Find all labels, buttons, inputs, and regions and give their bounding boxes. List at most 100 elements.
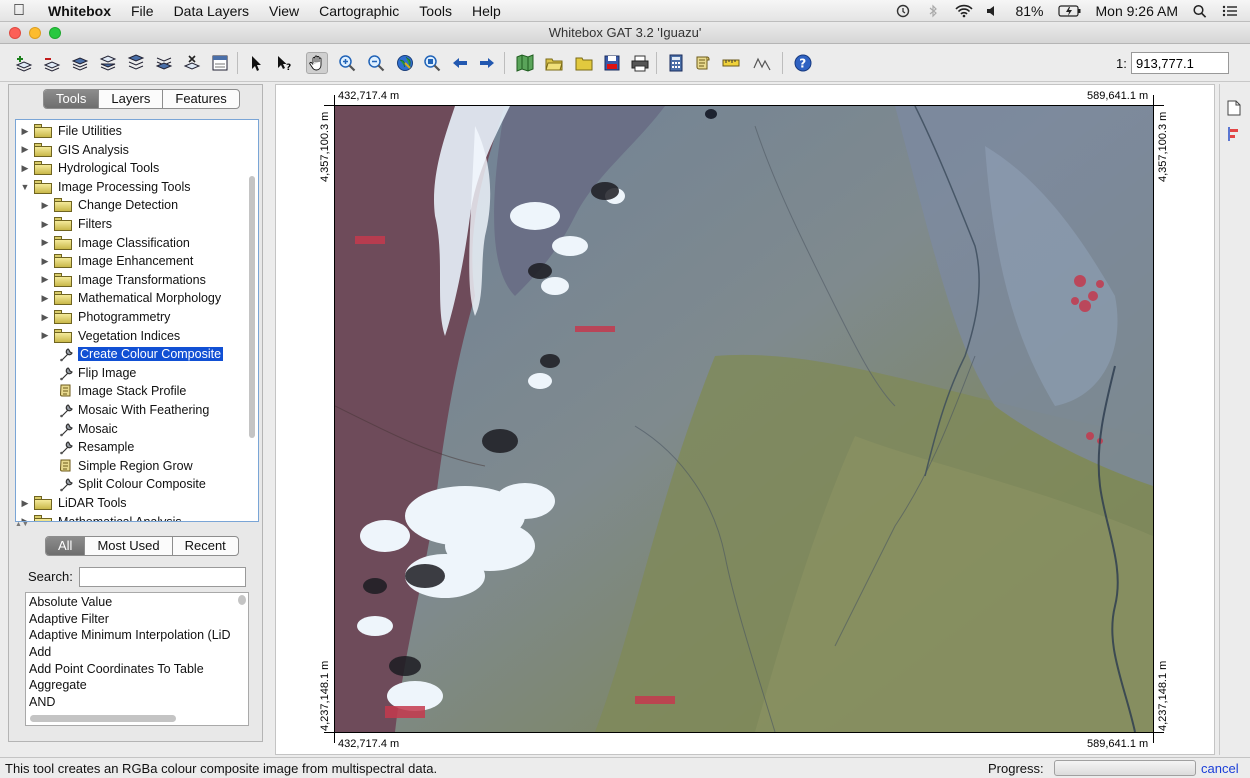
tree-folder[interactable]: ▶ Image Transformations [40, 271, 206, 289]
tree-folder[interactable]: ▶ Change Detection [40, 196, 178, 214]
collapsed-arrow-icon[interactable]: ▶ [40, 330, 50, 341]
menu-help[interactable]: Help [462, 3, 511, 19]
tree-folder[interactable]: ▶ Mathematical Analysis [20, 513, 182, 521]
apple-icon[interactable]:  [0, 2, 38, 20]
clear-layers-icon[interactable] [181, 52, 203, 74]
menu-app-name[interactable]: Whitebox [38, 3, 121, 19]
tab-features[interactable]: Features [163, 90, 238, 108]
minimize-window-button[interactable] [29, 27, 41, 39]
tree-folder[interactable]: ▶ Mathematical Morphology [40, 289, 221, 307]
list-item[interactable]: AND [29, 695, 55, 709]
time-machine-icon[interactable] [895, 4, 911, 18]
tree-folder[interactable]: ▶ Image Enhancement [40, 252, 193, 270]
tab-all[interactable]: All [46, 537, 86, 555]
map-canvas[interactable]: 432,717.4 m 589,641.1 m 432,717.4 m 589,… [275, 84, 1215, 755]
expanded-arrow-icon[interactable]: ▼ [20, 182, 30, 192]
volume-icon[interactable] [985, 4, 1001, 18]
collapsed-arrow-icon[interactable]: ▶ [40, 293, 50, 304]
measure-ruler-icon[interactable] [720, 52, 742, 74]
lower-layer-icon[interactable] [97, 52, 119, 74]
cancel-link[interactable]: cancel [1201, 761, 1239, 776]
battery-icon[interactable] [1057, 4, 1082, 18]
splitter-arrows[interactable]: ▲▼ [15, 521, 259, 528]
list-item[interactable]: Aggregate [29, 678, 87, 692]
list-horizontal-scrollbar[interactable] [30, 715, 176, 722]
tree-folder[interactable]: ▶ GIS Analysis [20, 141, 129, 159]
tree-folder[interactable]: ▶ Vegetation Indices [40, 327, 180, 345]
raise-layer-icon[interactable] [69, 52, 91, 74]
tree-folder[interactable]: ▶ Filters [40, 215, 112, 233]
collapsed-arrow-icon[interactable]: ▶ [40, 274, 50, 285]
new-map-icon[interactable] [514, 52, 536, 74]
tree-scrollbar[interactable] [249, 176, 255, 438]
profile-line-icon[interactable] [751, 52, 773, 74]
tree-tool-item[interactable]: Simple Region Grow [40, 457, 193, 475]
collapsed-arrow-icon[interactable]: ▶ [40, 237, 50, 248]
zoom-window-button[interactable] [49, 27, 61, 39]
list-item[interactable]: Adaptive Minimum Interpolation (LiD [29, 628, 230, 642]
tree-tool-item[interactable]: Create Colour Composite [40, 345, 224, 363]
scripter-scroll-icon[interactable] [692, 52, 714, 74]
wifi-icon[interactable] [955, 4, 974, 18]
bluetooth-icon[interactable] [925, 4, 941, 18]
collapsed-arrow-icon[interactable]: ▶ [20, 126, 30, 137]
tree-folder[interactable]: ▶ Image Classification [40, 234, 190, 252]
tree-folder[interactable]: ▶ File Utilities [20, 122, 122, 140]
collapsed-arrow-icon[interactable]: ▶ [20, 163, 30, 174]
collapsed-arrow-icon[interactable]: ▶ [40, 312, 50, 323]
list-item[interactable]: Add [29, 645, 51, 659]
collapsed-arrow-icon[interactable]: ▶ [20, 498, 30, 509]
list-item[interactable]: Add Point Coordinates To Table [29, 662, 204, 676]
zoom-to-layer-icon[interactable] [421, 52, 443, 74]
collapsed-arrow-icon[interactable]: ▶ [40, 200, 50, 211]
add-layer-icon[interactable] [13, 52, 35, 74]
raster-calculator-icon[interactable] [665, 52, 687, 74]
open-file-folder-icon[interactable] [573, 52, 595, 74]
align-elements-icon[interactable] [1227, 126, 1241, 145]
help-icon[interactable]: ? [792, 52, 814, 74]
tree-folder[interactable]: ▶ LiDAR Tools [20, 494, 127, 512]
next-extent-icon[interactable] [476, 52, 498, 74]
menu-view[interactable]: View [259, 3, 309, 19]
full-extent-globe-icon[interactable] [394, 52, 416, 74]
menu-tools[interactable]: Tools [409, 3, 462, 19]
tree-tool-item[interactable]: Split Colour Composite [40, 475, 206, 493]
tool-search-input[interactable] [79, 567, 246, 587]
previous-extent-icon[interactable] [449, 52, 471, 74]
layer-properties-icon[interactable] [209, 52, 231, 74]
tree-folder[interactable]: ▼ Image Processing Tools [20, 178, 190, 196]
open-map-icon[interactable] [543, 52, 565, 74]
layer-to-top-icon[interactable] [125, 52, 147, 74]
tree-folder[interactable]: ▶ Photogrammetry [40, 308, 170, 326]
tab-tools[interactable]: Tools [44, 90, 100, 108]
tree-tool-item[interactable]: Flip Image [40, 364, 136, 382]
zoom-out-icon[interactable] [365, 52, 387, 74]
tree-tool-item[interactable]: Mosaic [40, 420, 118, 438]
menu-cartographic[interactable]: Cartographic [309, 3, 409, 19]
select-feature-icon[interactable]: ? [273, 52, 295, 74]
tree-tool-item[interactable]: Image Stack Profile [40, 382, 186, 400]
list-item[interactable]: Adaptive Filter [29, 612, 109, 626]
tab-recent[interactable]: Recent [173, 537, 238, 555]
clock[interactable]: Mon 9:26 AM [1096, 3, 1179, 19]
zoom-in-icon[interactable] [336, 52, 358, 74]
save-map-icon[interactable] [601, 52, 623, 74]
close-window-button[interactable] [9, 27, 21, 39]
collapsed-arrow-icon[interactable]: ▶ [40, 256, 50, 267]
page-icon[interactable] [1227, 100, 1241, 119]
tab-most-used[interactable]: Most Used [85, 537, 173, 555]
tree-tool-item[interactable]: Resample [40, 438, 134, 456]
spotlight-icon[interactable] [1192, 4, 1208, 18]
tree-folder[interactable]: ▶ Hydrological Tools [20, 159, 159, 177]
list-item[interactable]: Absolute Value [29, 595, 112, 609]
print-map-icon[interactable] [629, 52, 651, 74]
map-scale-input[interactable] [1131, 52, 1229, 74]
collapsed-arrow-icon[interactable]: ▶ [20, 144, 30, 155]
tab-layers[interactable]: Layers [99, 90, 164, 108]
menu-file[interactable]: File [121, 3, 164, 19]
layer-to-bottom-icon[interactable] [153, 52, 175, 74]
select-arrow-icon[interactable] [245, 52, 267, 74]
tree-tool-item[interactable]: Mosaic With Feathering [40, 401, 209, 419]
notification-center-icon[interactable] [1222, 4, 1238, 18]
menu-data-layers[interactable]: Data Layers [164, 3, 259, 19]
